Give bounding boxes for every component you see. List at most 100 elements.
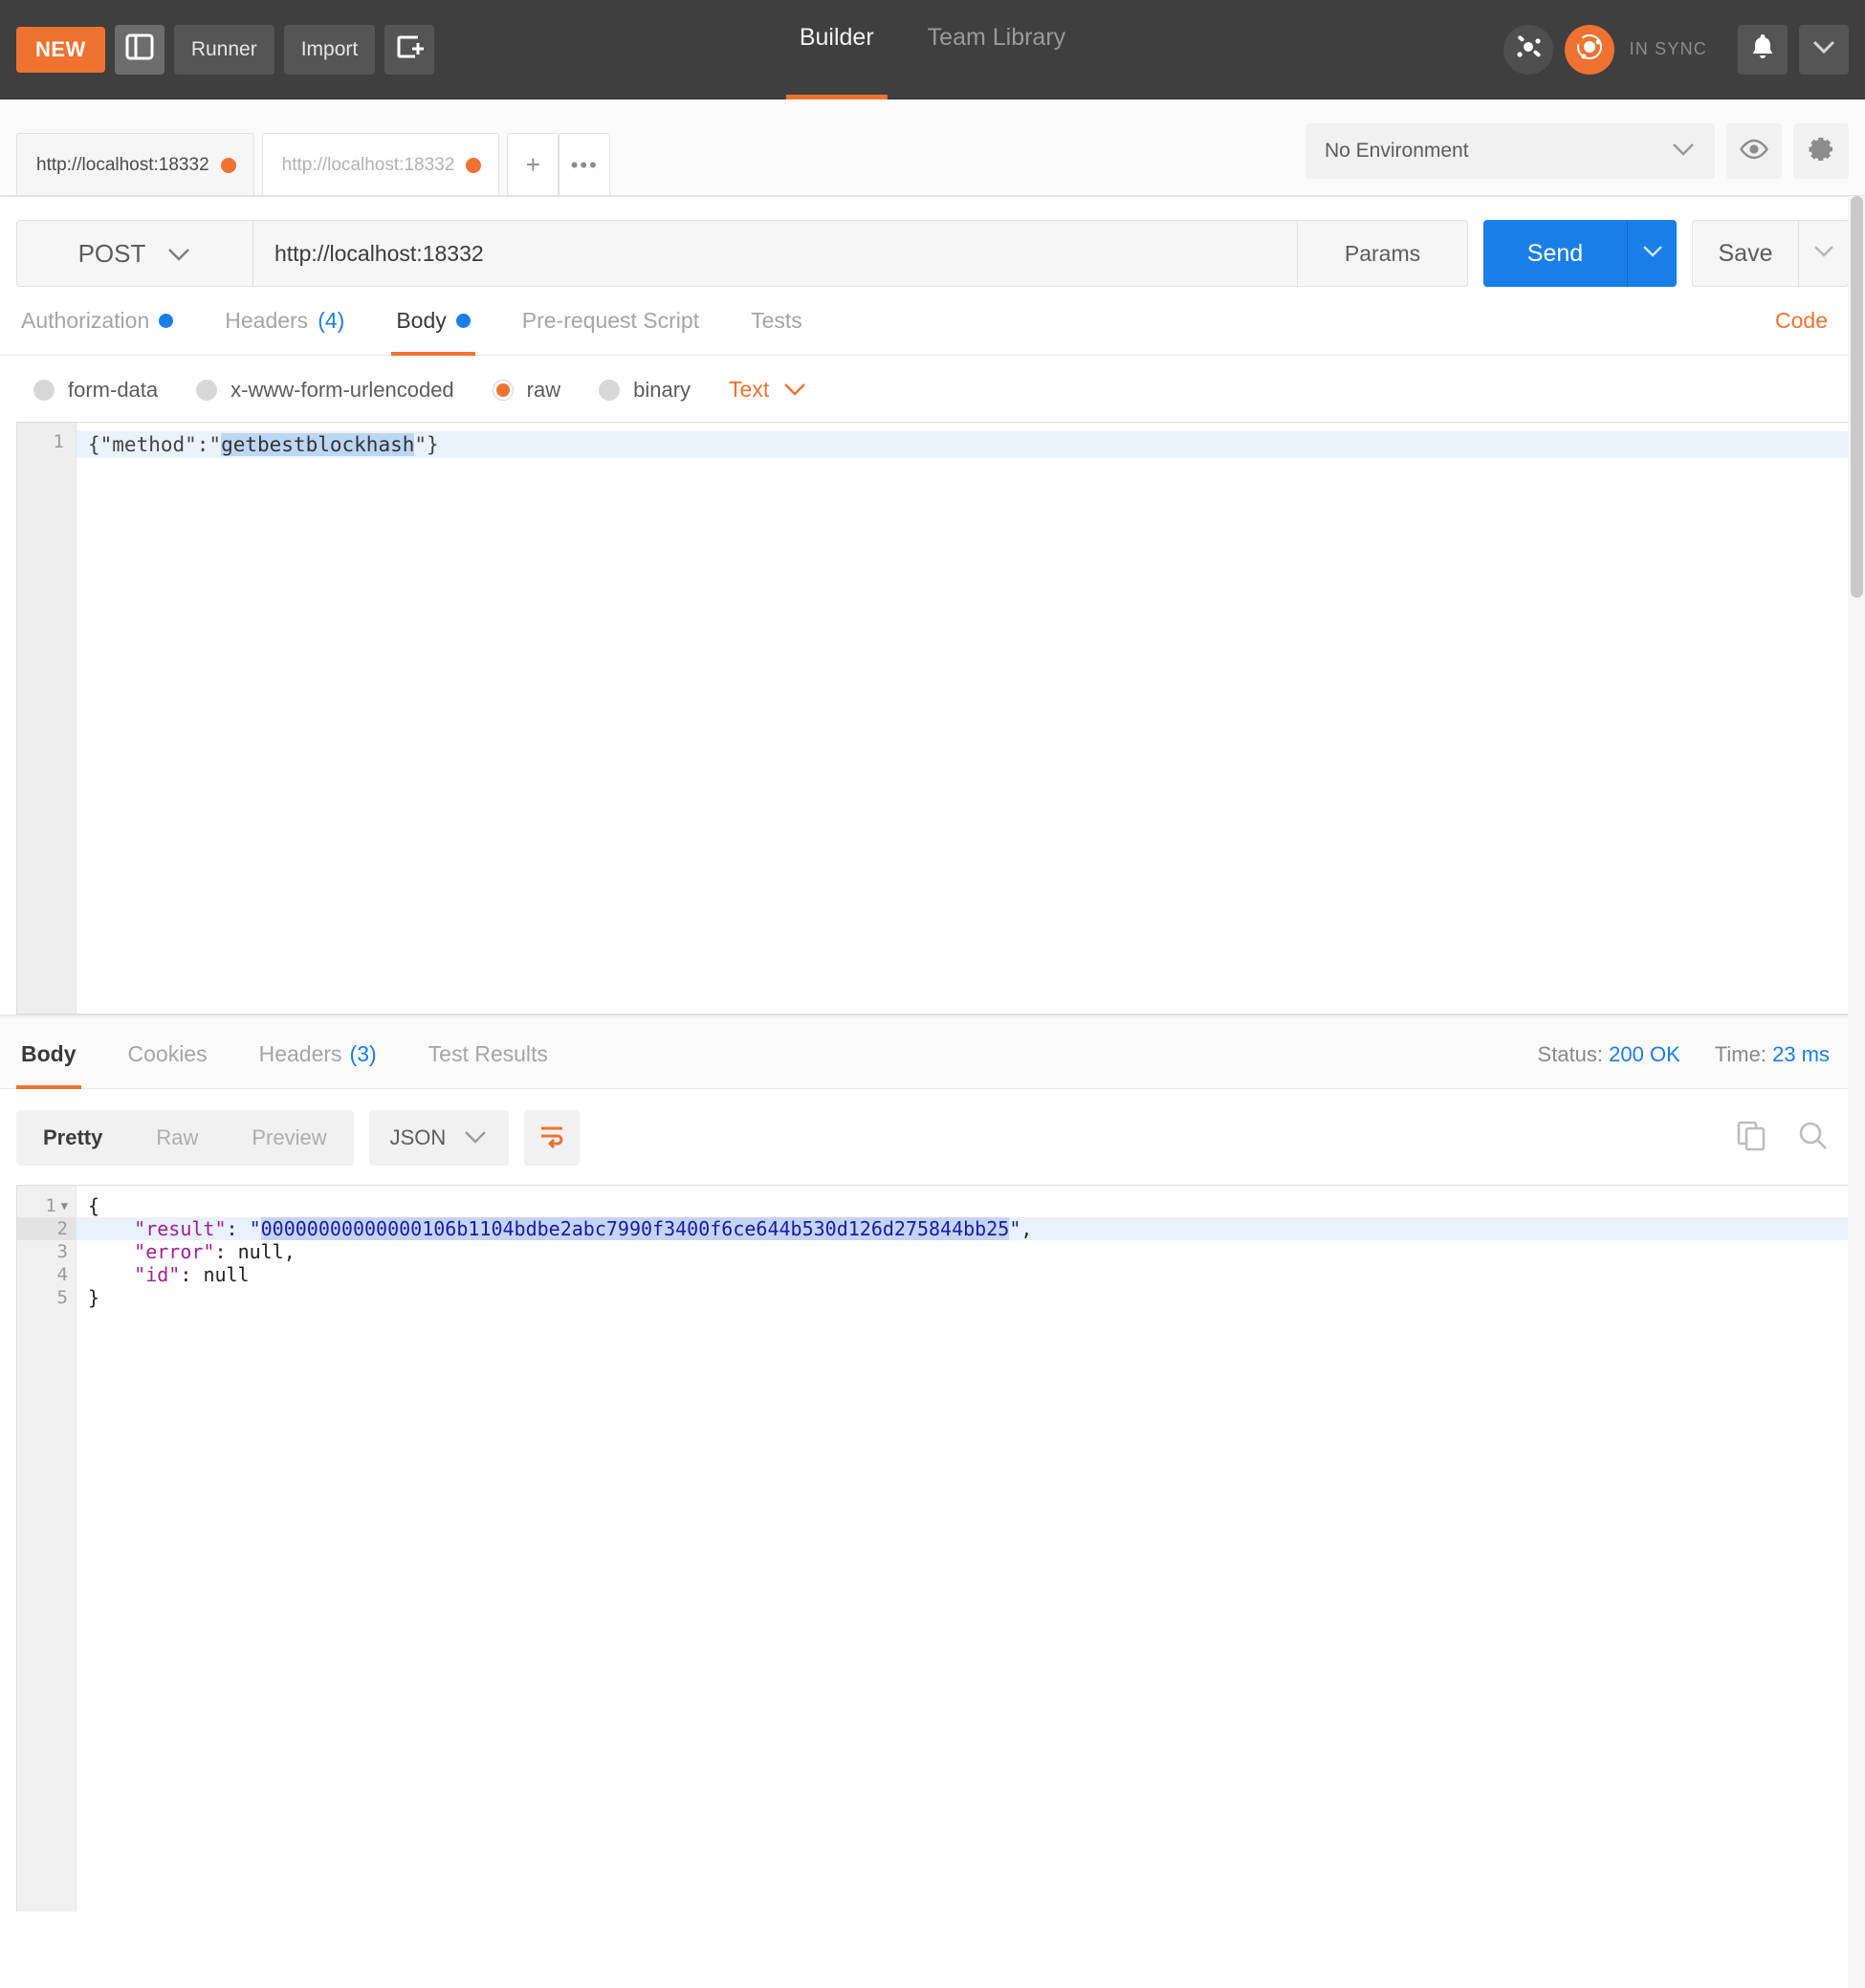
sidebar-toggle-button[interactable] [114, 24, 165, 75]
network-button[interactable] [1503, 24, 1553, 75]
network-icon [1513, 32, 1544, 67]
new-window-button[interactable] [384, 24, 435, 75]
body-type-binary[interactable]: binary [599, 378, 691, 403]
request-tab-label: http://localhost:18332 [281, 154, 455, 175]
response-tab-headers[interactable]: Headers (3) [233, 1041, 403, 1088]
response-tab-body-label: Body [21, 1041, 77, 1066]
sync-orbit-icon [1572, 30, 1607, 69]
word-wrap-button[interactable] [524, 1110, 581, 1166]
sync-button[interactable] [1564, 24, 1614, 75]
response-toolbar: Pretty Raw Preview JSON [0, 1089, 1865, 1185]
page-scrollbar-thumb[interactable] [1851, 196, 1863, 598]
save-options-button[interactable] [1799, 220, 1849, 287]
response-editor-gutter: 1 ▼ 2 3 4 5 [17, 1186, 77, 1912]
tab-tests-label: Tests [751, 308, 802, 333]
add-request-tab-button[interactable]: + [507, 133, 560, 196]
line-number-row: 3 [17, 1240, 76, 1263]
response-tab-cookies-label: Cookies [127, 1041, 208, 1066]
notifications-button[interactable] [1738, 24, 1788, 75]
app-header: NEW Runner Import Builder Team Library I… [0, 0, 1865, 99]
line-number-row: 5 [17, 1286, 76, 1309]
search-button[interactable] [1797, 1120, 1830, 1157]
radio-icon [196, 379, 218, 401]
response-section-tabs: Body Cookies Headers (3) Test Results St… [0, 1018, 1865, 1089]
raw-format-select[interactable]: Text [729, 377, 807, 403]
environment-quick-look-button[interactable] [1726, 123, 1782, 179]
request-url-input[interactable]: http://localhost:18332 [253, 220, 1298, 287]
body-type-raw[interactable]: raw [492, 377, 561, 403]
response-tab-test-results[interactable]: Test Results [403, 1041, 574, 1088]
response-tab-cookies[interactable]: Cookies [102, 1041, 233, 1088]
header-tab-team-library-label: Team Library [927, 24, 1066, 51]
runner-button[interactable]: Runner [173, 24, 274, 75]
view-mode-pretty[interactable]: Pretty [16, 1110, 129, 1166]
line-number: 5 [56, 1287, 68, 1308]
tab-authorization-label: Authorization [21, 308, 150, 333]
page-scrollbar-track[interactable] [1848, 196, 1865, 1988]
save-button[interactable]: Save [1692, 220, 1799, 287]
json-value-result: 00000000000000106b1104bdbe2abc7990f3400f… [260, 1217, 1010, 1240]
request-tab-0[interactable]: http://localhost:18332 [16, 133, 254, 196]
json-key-result: "result" [134, 1217, 227, 1240]
runner-label: Runner [190, 37, 257, 60]
chevron-down-icon [1641, 244, 1664, 263]
send-button[interactable]: Send [1483, 220, 1627, 287]
body-type-urlencoded-label: x-www-form-urlencoded [230, 377, 454, 402]
gear-icon [1807, 135, 1835, 168]
response-tab-body[interactable]: Body [16, 1041, 102, 1089]
response-body-line-4: "id": null [134, 1263, 250, 1286]
body-type-binary-label: binary [633, 377, 691, 402]
request-editor-code-area[interactable]: {"method":"getbestblockhash"} [77, 423, 1848, 1014]
response-format-select[interactable]: JSON [368, 1110, 510, 1166]
header-tab-builder[interactable]: Builder [773, 0, 901, 99]
environment-select[interactable]: No Environment [1306, 123, 1715, 179]
chevron-down-icon [166, 239, 191, 269]
header-tab-team-library[interactable]: Team Library [901, 0, 1093, 99]
status-label: Status: [1537, 1041, 1604, 1066]
request-body-line-1: {"method":"getbestblockhash"} [77, 431, 1848, 458]
body-type-urlencoded[interactable]: x-www-form-urlencoded [196, 378, 454, 403]
response-code-area[interactable]: { "result": "00000000000000106b1104bdbe2… [77, 1186, 1848, 1912]
line-number: 1 [53, 431, 64, 452]
radio-selected-icon [492, 379, 514, 401]
body-type-raw-label: raw [526, 377, 561, 402]
tab-authorization[interactable]: Authorization [16, 308, 199, 355]
tab-body[interactable]: Body [370, 308, 495, 356]
account-menu-button[interactable] [1799, 24, 1849, 75]
send-options-button[interactable] [1627, 220, 1677, 287]
json-key-id: "id" [134, 1263, 181, 1286]
params-button[interactable]: Params [1298, 220, 1468, 287]
tab-overflow-menu-button[interactable]: ••• [559, 133, 611, 196]
tab-tests[interactable]: Tests [725, 308, 828, 355]
request-body-editor[interactable]: 1 {"method":"getbestblockhash"} [16, 422, 1849, 1015]
import-button[interactable]: Import [283, 24, 376, 75]
copy-button[interactable] [1736, 1120, 1768, 1157]
tab-headers[interactable]: Headers (4) [199, 308, 370, 355]
view-mode-raw[interactable]: Raw [129, 1110, 225, 1166]
code-link[interactable]: Code [1775, 308, 1849, 355]
chevron-down-icon [1812, 244, 1835, 263]
raw-format-label: Text [729, 377, 770, 402]
new-button[interactable]: NEW [16, 26, 105, 73]
params-label: Params [1344, 240, 1421, 266]
environment-settings-button[interactable] [1793, 123, 1849, 179]
request-tab-1[interactable]: http://localhost:18332 [261, 133, 500, 196]
response-body-editor[interactable]: 1 ▼ 2 3 4 5 { "result": "000000000000001… [16, 1185, 1849, 1912]
response-tab-test-results-label: Test Results [428, 1041, 548, 1066]
request-url-value: http://localhost:18332 [274, 240, 484, 266]
header-right-actions: IN SYNC [1503, 24, 1865, 75]
header-tab-builder-label: Builder [799, 24, 874, 51]
environment-area: No Environment [1306, 123, 1865, 196]
import-label: Import [300, 37, 359, 60]
body-type-form-data[interactable]: form-data [33, 378, 158, 403]
ellipsis-icon: ••• [570, 152, 599, 177]
tab-pre-request-script[interactable]: Pre-request Script [496, 308, 725, 355]
request-tab-label: http://localhost:18332 [36, 154, 209, 175]
eye-icon [1739, 139, 1769, 164]
fold-caret-icon[interactable]: ▼ [61, 1199, 68, 1212]
unsaved-dot-icon [466, 157, 482, 173]
send-button-group: Send [1483, 220, 1677, 287]
line-number-row[interactable]: 1 ▼ [17, 1194, 76, 1217]
view-mode-preview[interactable]: Preview [225, 1110, 353, 1166]
http-method-select[interactable]: POST [16, 220, 253, 287]
